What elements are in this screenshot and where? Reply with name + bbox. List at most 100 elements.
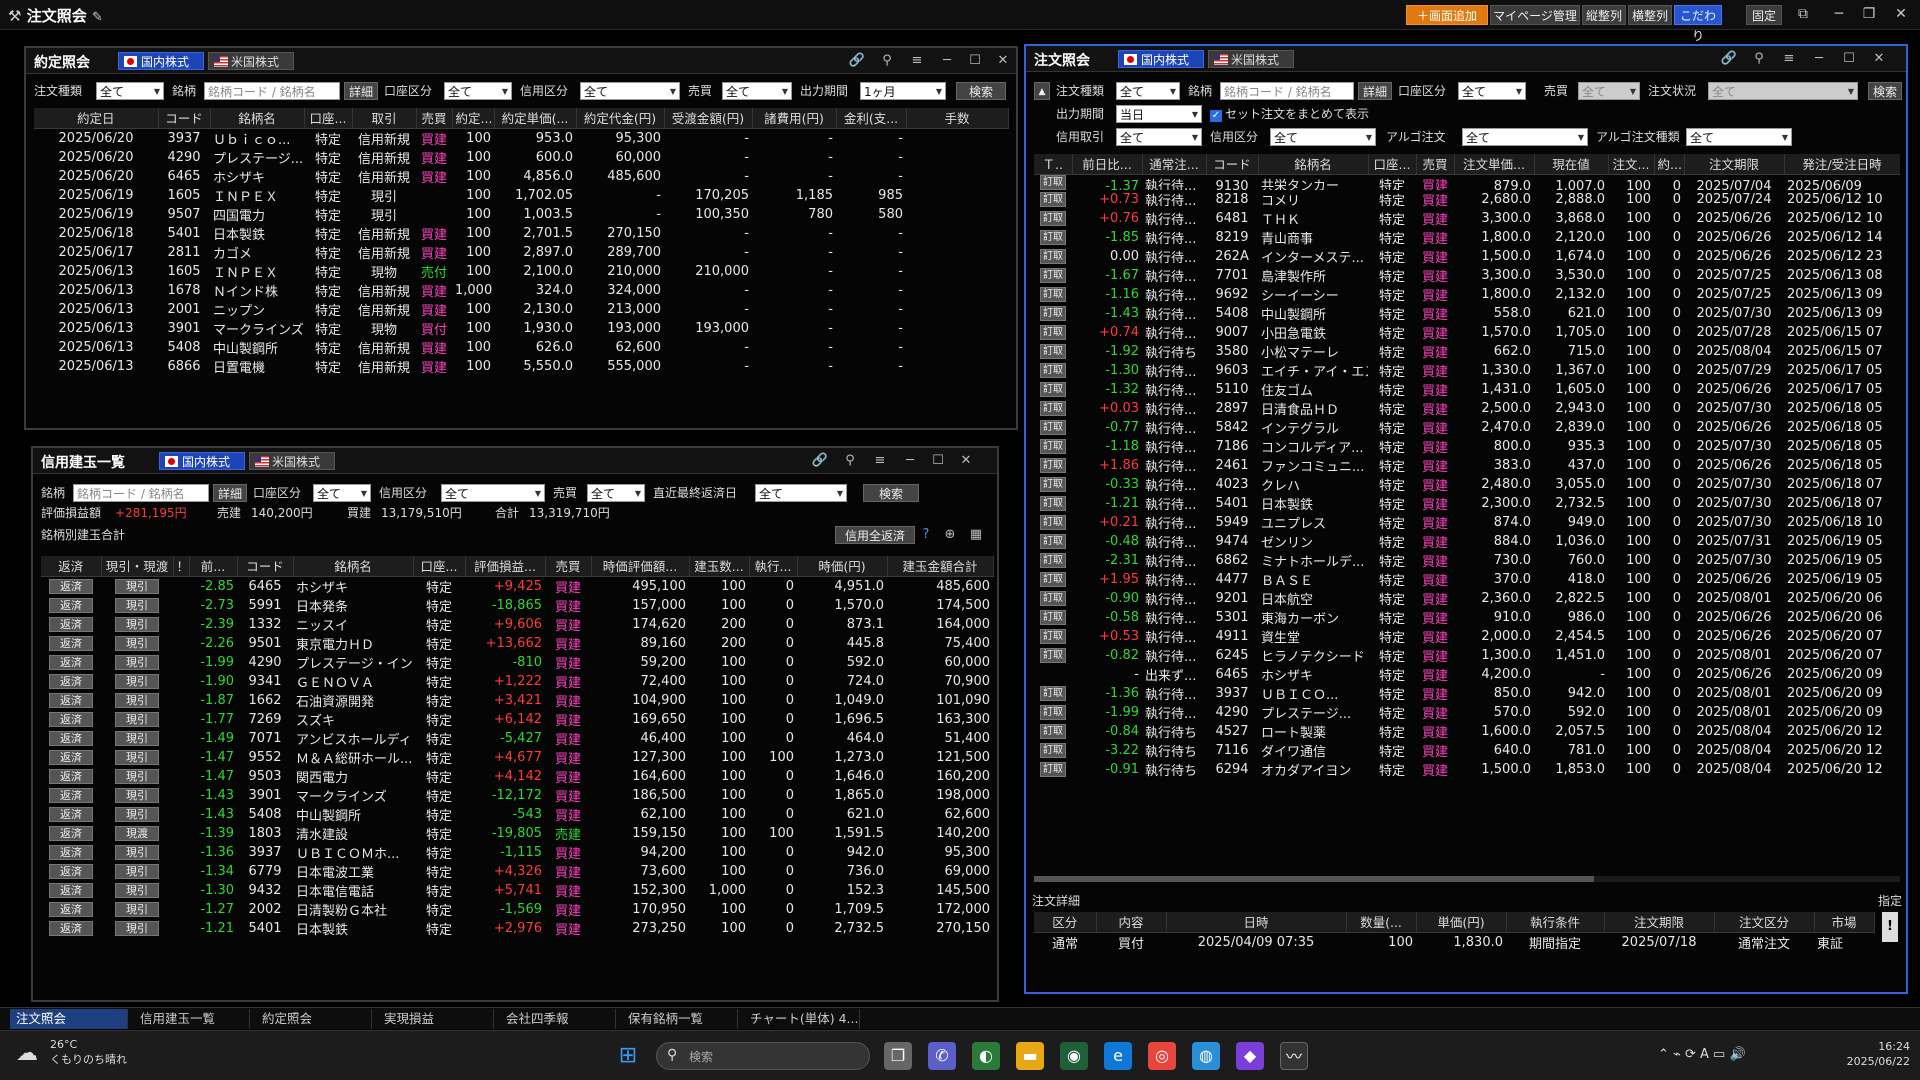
- table-row[interactable]: 訂取 +0.53 執行待... 4911 資生堂 特定 買建 2,000.0 2,454.5 10…: [1034, 627, 1900, 646]
- tab-holdings[interactable]: 保有銘柄一覧: [622, 1009, 738, 1029]
- menu-icon[interactable]: ≡: [1780, 50, 1798, 68]
- weather-temp[interactable]: 26°C: [50, 1038, 77, 1052]
- column-header[interactable]: 内容: [1096, 912, 1167, 933]
- column-header[interactable]: 数量(...: [1346, 912, 1417, 933]
- column-header[interactable]: 時価評価額...: [591, 556, 690, 577]
- repay-button[interactable]: 返済: [49, 768, 93, 784]
- cancel-edit-button[interactable]: 訂取: [1040, 591, 1066, 606]
- column-header[interactable]: 建玉金額合計: [887, 556, 994, 577]
- account-select[interactable]: 全て: [1458, 82, 1526, 100]
- column-header[interactable]: 執行条件: [1506, 912, 1605, 933]
- repay-button[interactable]: 返済: [49, 711, 93, 727]
- table-row[interactable]: 2025/06/13 6866 日置電機 特定 信用新規 買建 100 5,550.0 555,…: [34, 357, 1008, 376]
- column-header[interactable]: 口座...: [1368, 154, 1417, 175]
- delivery-button[interactable]: 現引: [115, 749, 159, 765]
- close-icon[interactable]: ✕: [994, 52, 1012, 70]
- column-header[interactable]: 売買: [1416, 154, 1455, 175]
- tab-jitsugen[interactable]: 実現損益: [378, 1009, 494, 1029]
- minimize-icon[interactable]: ─: [1810, 50, 1828, 68]
- weather-text[interactable]: くもりのち晴れ: [50, 1053, 127, 1067]
- table-row[interactable]: 返済 現引 -1.27 2002 日清製粉Ｇ本社 特定 -1,569 買建 170,950 100…: [41, 900, 993, 919]
- repay-button[interactable]: 返済: [49, 787, 93, 803]
- link-icon[interactable]: 🔗: [848, 52, 866, 70]
- side-select[interactable]: 全て: [587, 484, 645, 502]
- file-explorer-icon[interactable]: ▬: [1016, 1042, 1044, 1070]
- maximize-icon[interactable]: ☐: [966, 52, 984, 70]
- repay-button[interactable]: 返済: [49, 654, 93, 670]
- menu-icon[interactable]: ≡: [908, 52, 926, 70]
- tab-us[interactable]: 米国株式: [1208, 50, 1294, 68]
- column-header[interactable]: ！: [173, 556, 190, 577]
- start-icon[interactable]: ⊞: [614, 1042, 642, 1070]
- column-header[interactable]: 受渡金額(円): [664, 108, 753, 129]
- column-header[interactable]: 金利(支...: [836, 108, 907, 129]
- maximize-icon[interactable]: ☐: [929, 452, 947, 470]
- column-header[interactable]: 注文...: [1608, 154, 1655, 175]
- column-header[interactable]: 現引・現渡: [101, 556, 174, 577]
- task-view-icon[interactable]: ❐: [884, 1042, 912, 1070]
- column-header[interactable]: 前...: [189, 556, 238, 577]
- table-row[interactable]: 2025/06/19 9507 四国電力 特定 現引 100 1,003.5 - 100,350…: [34, 205, 1008, 224]
- table-row[interactable]: 訂取 -0.90 執行待... 9201 日本航空 特定 買建 2,360.0 2,822.5 1…: [1034, 589, 1900, 608]
- delivery-button[interactable]: 現渡: [115, 825, 159, 841]
- table-row[interactable]: 返済 現引 -2.85 6465 ホシザキ 特定 +9,425 買建 495,100 100 0 4,…: [41, 576, 993, 596]
- tab-shinyo[interactable]: 信用建玉一覧: [134, 1009, 250, 1029]
- column-header[interactable]: Ｔ..: [1034, 154, 1073, 175]
- repay-button[interactable]: 返済: [49, 616, 93, 632]
- table-row[interactable]: 2025/06/13 3901 マークラインズ 特定 現物 買付 100 1,930.0 193…: [34, 319, 1008, 338]
- table-row[interactable]: 返済 現引 -1.36 3937 ＵＢＩＣＯＭホ... 特定 -1,115 買建 94,200 1…: [41, 843, 993, 862]
- menu-icon[interactable]: ≡: [871, 452, 889, 470]
- tab-chumon[interactable]: 注文照会: [10, 1009, 128, 1029]
- vertical-align-button[interactable]: 縦整列: [1582, 5, 1626, 25]
- teams-icon[interactable]: ✆: [928, 1042, 956, 1070]
- clock-time[interactable]: 16:24: [1840, 1040, 1910, 1054]
- cancel-edit-button[interactable]: 訂取: [1040, 458, 1066, 473]
- cancel-edit-button[interactable]: 訂取: [1040, 724, 1066, 739]
- column-header[interactable]: 現在値: [1534, 154, 1609, 175]
- restore-icon[interactable]: ❐: [1854, 3, 1884, 25]
- table-row[interactable]: 返済 現引 -1.77 7269 スズキ 特定 +6,142 買建 169,650 100 0 1,6…: [41, 710, 993, 729]
- column-header[interactable]: 前日比...: [1072, 154, 1143, 175]
- column-header[interactable]: 発注/受注日時: [1784, 154, 1900, 175]
- cancel-edit-button[interactable]: 訂取: [1040, 287, 1066, 302]
- minimize-icon[interactable]: ─: [938, 52, 956, 70]
- clock-date[interactable]: 2025/06/22: [1840, 1055, 1910, 1069]
- globe-icon[interactable]: ◍: [1192, 1042, 1220, 1070]
- cancel-edit-button[interactable]: 訂取: [1040, 363, 1066, 378]
- repay-button[interactable]: 返済: [49, 597, 93, 613]
- algo-select[interactable]: 全て: [1462, 128, 1588, 146]
- search-icon[interactable]: ⚲: [878, 52, 896, 70]
- add-screen-button[interactable]: ＋画面追加: [1406, 5, 1488, 25]
- popout-icon[interactable]: ⧉: [1788, 3, 1818, 25]
- widgets-icon[interactable]: ◐: [972, 1042, 1000, 1070]
- download-icon[interactable]: ⊕: [941, 526, 959, 544]
- table-row[interactable]: - 出来ず... 6465 ホシザキ 特定 買建 4,200.0-100 0 2025/06/2…: [1034, 665, 1900, 684]
- cancel-edit-button[interactable]: 訂取: [1040, 705, 1066, 720]
- table-row[interactable]: 返済 現引 -1.43 3901 マークラインズ 特定 -12,172 買建 186,500 10…: [41, 786, 993, 805]
- table-row[interactable]: 訂取 -1.36 執行待... 3937 ＵＢＩＣＯ... 特定 買建 850.0 942.0 1…: [1034, 684, 1900, 703]
- tray-icons[interactable]: ⌃ ⌁ ⟳ A ▭ 🔊: [1658, 1046, 1746, 1064]
- pin-button[interactable]: 固定: [1746, 5, 1782, 25]
- delivery-button[interactable]: 現引: [115, 730, 159, 746]
- edge-icon[interactable]: e: [1104, 1042, 1132, 1070]
- column-header[interactable]: 返済: [41, 556, 102, 577]
- table-row[interactable]: 返済 現引 -1.47 9552 Ｍ＆Ａ総研ホール... 特定 +4,677 買建 127,30…: [41, 748, 993, 767]
- period-select[interactable]: 当日: [1116, 105, 1202, 123]
- table-row[interactable]: 返済 現引 -1.99 4290 プレステージ・インター特定 -810 買建 59,200 10…: [41, 653, 993, 672]
- column-header[interactable]: 諸費用(円): [752, 108, 837, 129]
- column-header[interactable]: 注文単価...: [1454, 154, 1535, 175]
- credit-select[interactable]: 全て: [441, 484, 545, 502]
- delivery-button[interactable]: 現引: [115, 882, 159, 898]
- delivery-button[interactable]: 現引: [115, 787, 159, 803]
- horizontal-align-button[interactable]: 横整列: [1628, 5, 1672, 25]
- column-header[interactable]: 約定...: [452, 108, 495, 129]
- checkbox-icon[interactable]: ✓: [1210, 110, 1222, 122]
- table-row[interactable]: 訂取 -1.32 執行待... 5110 住友ゴム 特定 買建 1,431.0 1,605.0 1…: [1034, 380, 1900, 399]
- scrollbar-thumb[interactable]: [1034, 876, 1594, 882]
- cancel-edit-button[interactable]: 訂取: [1040, 249, 1066, 264]
- table-row[interactable]: 訂取 +1.86 執行待... 2461 ファンコミュニ... 特定 買建 383.0 437.…: [1034, 456, 1900, 475]
- cancel-edit-button[interactable]: 訂取: [1040, 230, 1066, 245]
- column-header[interactable]: 売買: [416, 108, 453, 129]
- column-header[interactable]: 売買: [545, 556, 592, 577]
- repay-button[interactable]: 返済: [49, 730, 93, 746]
